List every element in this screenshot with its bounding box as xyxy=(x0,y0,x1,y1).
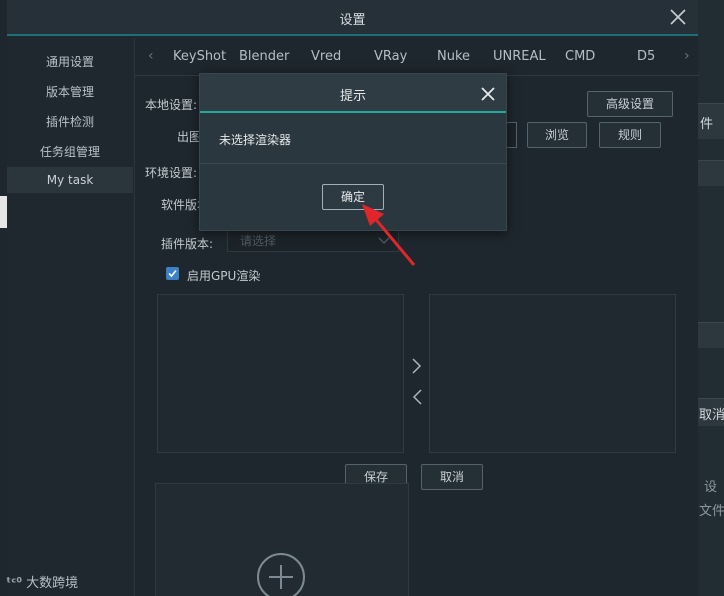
close-icon[interactable] xyxy=(667,6,689,28)
sidebar-item-versions[interactable]: 版本管理 xyxy=(7,79,133,105)
move-left-icon[interactable] xyxy=(411,389,423,405)
dialog-divider xyxy=(200,163,506,164)
gpu-render-label: 启用GPU渲染 xyxy=(187,269,261,283)
tab-nuke[interactable]: Nuke xyxy=(437,49,470,64)
add-icon[interactable] xyxy=(257,553,305,596)
watermark-text: 大数跨境 xyxy=(26,576,79,591)
dialog-message: 未选择渲染器 xyxy=(219,133,292,147)
background-row-fragment xyxy=(698,160,724,186)
available-plugins-list[interactable] xyxy=(157,294,404,453)
plugin-version-select[interactable]: 请选择 xyxy=(227,230,399,252)
tab-vred[interactable]: Vred xyxy=(311,49,341,64)
chevron-right-icon[interactable]: › xyxy=(684,48,690,64)
tab-keyshot[interactable]: KeyShot xyxy=(173,49,226,64)
background-text: 文件 xyxy=(699,504,724,519)
dialog-title: 提示 xyxy=(339,89,366,104)
rules-button[interactable]: 规则 xyxy=(599,122,661,148)
browse-button[interactable]: 浏览 xyxy=(527,122,587,148)
background-fragment xyxy=(0,196,7,228)
background-app-right-edge: 件 取消 设 文件 xyxy=(698,0,724,596)
tab-blender[interactable]: Blender xyxy=(239,49,289,64)
sidebar-item-my-task[interactable]: My task xyxy=(7,167,133,193)
background-text: 件 xyxy=(700,117,714,132)
background-row-fragment xyxy=(698,322,724,348)
selected-plugins-list[interactable] xyxy=(429,294,676,453)
gpu-render-checkbox[interactable] xyxy=(166,267,179,280)
background-text: 设 xyxy=(704,480,718,495)
renderer-tab-bar: ‹ KeyShot Blender Vred VRay Nuke UNREAL … xyxy=(135,38,699,76)
plugin-version-label: 插件版本: xyxy=(161,237,214,251)
env-settings-label: 环境设置: xyxy=(145,166,198,180)
sidebar-item-plugin-check[interactable]: 插件检测 xyxy=(7,109,133,135)
advanced-settings-button[interactable]: 高级设置 xyxy=(587,91,673,117)
plugin-version-placeholder: 请选择 xyxy=(240,234,277,248)
alert-dialog: 提示 未选择渲染器 确定 xyxy=(199,73,507,231)
tab-vray[interactable]: VRay xyxy=(374,49,407,64)
window-title: 设置 xyxy=(339,13,366,28)
window-titlebar: 设置 xyxy=(7,0,698,36)
tab-cmd[interactable]: CMD xyxy=(565,49,595,64)
dialog-header: 提示 xyxy=(200,74,506,113)
chevron-left-icon[interactable]: ‹ xyxy=(148,48,154,64)
watermark-logo: ᵗᶜ⁰ 大数跨境 xyxy=(6,572,78,591)
cancel-button[interactable]: 取消 xyxy=(421,464,483,490)
background-text: 取消 xyxy=(699,408,724,423)
local-settings-label: 本地设置: xyxy=(145,98,198,112)
move-right-icon[interactable] xyxy=(411,358,423,374)
tab-d5[interactable]: D5 xyxy=(637,49,655,64)
checkmark-icon xyxy=(168,269,177,278)
close-icon[interactable] xyxy=(479,85,497,103)
chevron-down-icon xyxy=(378,237,390,244)
sidebar-item-general[interactable]: 通用设置 xyxy=(7,49,133,75)
sidebar-item-task-groups[interactable]: 任务组管理 xyxy=(7,139,133,165)
background-app-left-edge xyxy=(0,0,7,596)
tab-unreal[interactable]: UNREAL xyxy=(493,49,546,64)
settings-sidebar: 通用设置 版本管理 插件检测 任务组管理 My task xyxy=(7,38,133,596)
output-label: 出图 xyxy=(177,130,202,144)
watermark-mark: ᵗᶜ⁰ xyxy=(6,576,23,591)
confirm-button[interactable]: 确定 xyxy=(322,184,384,210)
